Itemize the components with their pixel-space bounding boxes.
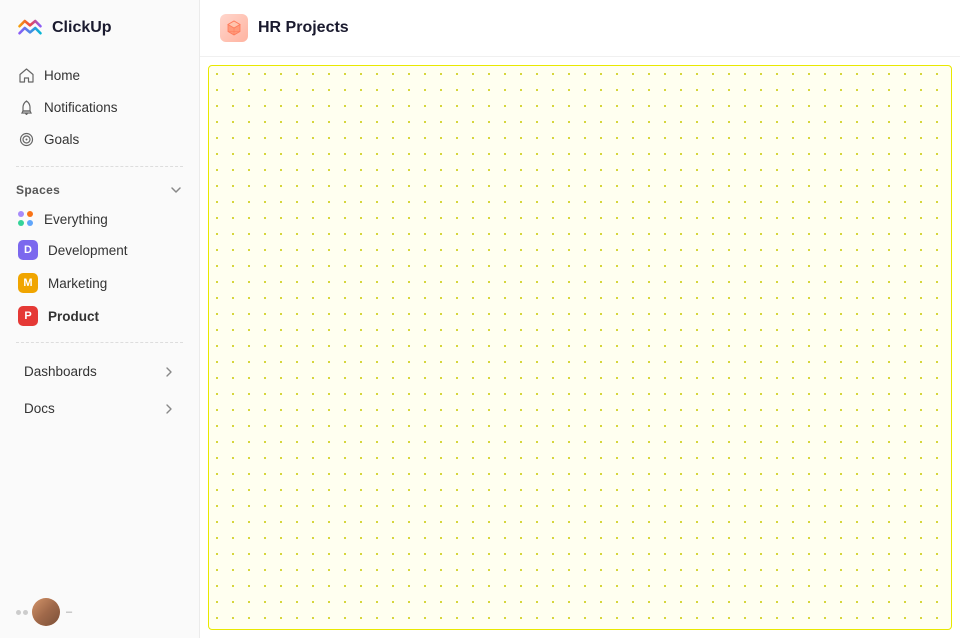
sidebar-item-goals[interactable]: Goals [8, 124, 191, 154]
avatar[interactable] [32, 598, 60, 626]
chevron-right-docs-icon [163, 403, 175, 415]
target-icon [18, 131, 34, 147]
main-header: HR Projects [200, 0, 960, 57]
avatar-dot-1 [16, 610, 21, 615]
avatar-dots [16, 610, 28, 615]
page-title: HR Projects [258, 19, 349, 37]
avatar-container[interactable]: – [16, 598, 72, 626]
chevron-down-icon [169, 183, 183, 197]
divider-1 [16, 166, 183, 167]
sidebar-section-dashboards: Dashboards [0, 355, 199, 388]
dashboards-label: Dashboards [24, 364, 97, 379]
sidebar: ClickUp Home Notifications [0, 0, 200, 638]
grid-dots-icon [18, 211, 34, 227]
space-everything-label: Everything [44, 212, 108, 227]
logo[interactable]: ClickUp [0, 0, 199, 56]
docs-left: Docs [24, 401, 55, 416]
divider-2 [16, 342, 183, 343]
sidebar-item-home[interactable]: Home [8, 60, 191, 90]
avatar-dot-2 [23, 610, 28, 615]
product-badge: P [18, 306, 38, 326]
sidebar-item-goals-label: Goals [44, 132, 79, 147]
space-development-label: Development [48, 243, 128, 258]
sidebar-item-home-label: Home [44, 68, 80, 83]
main-content: HR Projects [200, 0, 960, 638]
bell-icon [18, 99, 34, 115]
dashboards-left: Dashboards [24, 364, 97, 379]
clickup-logo-icon [16, 14, 44, 42]
sidebar-item-notifications-label: Notifications [44, 100, 118, 115]
development-badge: D [18, 240, 38, 260]
space-marketing-label: Marketing [48, 276, 107, 291]
avatar-menu-indicator: – [66, 606, 72, 618]
spaces-header[interactable]: Spaces [0, 175, 199, 203]
sidebar-item-dashboards[interactable]: Dashboards [8, 355, 191, 388]
sidebar-bottom: – [0, 586, 199, 638]
sidebar-item-notifications[interactable]: Notifications [8, 92, 191, 122]
cube-icon [225, 19, 243, 37]
marketing-badge: M [18, 273, 38, 293]
sidebar-item-product[interactable]: P Product [8, 300, 191, 332]
sidebar-nav: Home Notifications [0, 56, 199, 158]
sidebar-item-everything[interactable]: Everything [8, 205, 191, 233]
sidebar-section-docs: Docs [0, 392, 199, 425]
hr-project-icon [220, 14, 248, 42]
docs-label: Docs [24, 401, 55, 416]
main-canvas [208, 65, 952, 630]
sidebar-item-marketing[interactable]: M Marketing [8, 267, 191, 299]
chevron-right-icon [163, 366, 175, 378]
sidebar-item-development[interactable]: D Development [8, 234, 191, 266]
space-product-label: Product [48, 309, 99, 324]
spaces-list: Everything D Development M Marketing P P… [0, 203, 199, 334]
avatar-image [32, 598, 60, 626]
spaces-label: Spaces [16, 183, 60, 197]
logo-text: ClickUp [52, 19, 112, 37]
home-icon [18, 67, 34, 83]
sidebar-item-docs[interactable]: Docs [8, 392, 191, 425]
